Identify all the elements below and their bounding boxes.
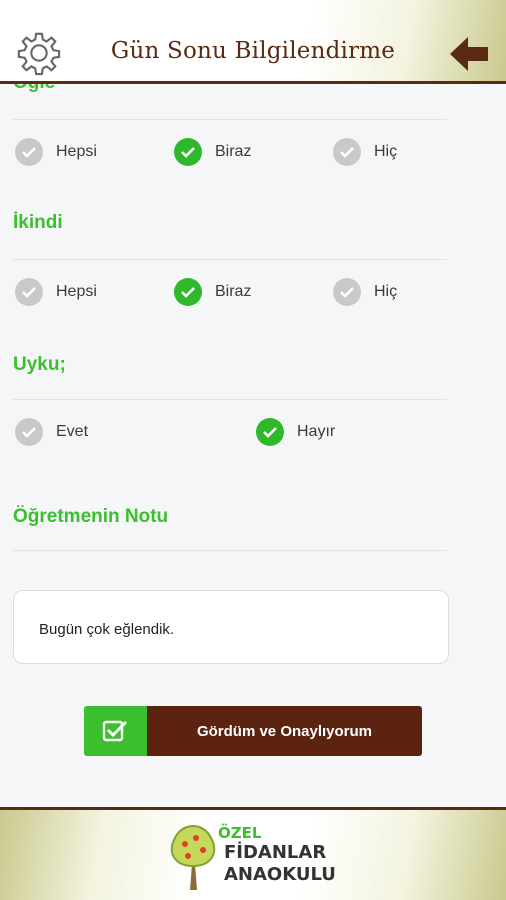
option-label: Hiç — [374, 143, 398, 160]
option-uyku-evet[interactable]: Evet — [15, 418, 88, 446]
option-label: Hepsi — [56, 143, 97, 160]
option-label: Hiç — [374, 283, 398, 300]
divider — [13, 259, 447, 260]
school-logo: ÖZEL FİDANLAR ANAOKULU — [168, 822, 343, 894]
option-ikindi-hic[interactable]: Hiç — [333, 278, 397, 306]
option-label: Biraz — [215, 143, 252, 160]
section-title-note: Öğretmenin Notu — [13, 506, 169, 527]
option-label: Hepsi — [56, 283, 97, 300]
checkbox-icon — [84, 706, 147, 756]
check-icon — [256, 418, 284, 446]
check-icon — [333, 138, 361, 166]
check-icon — [15, 138, 43, 166]
check-icon — [15, 418, 43, 446]
check-icon — [333, 278, 361, 306]
option-ogle-biraz[interactable]: Biraz — [174, 138, 251, 166]
check-icon — [15, 278, 43, 306]
logo-text-line1: FİDANLAR — [224, 842, 327, 863]
check-icon — [174, 278, 202, 306]
teacher-note-text: Bugün çok eğlendik. — [39, 621, 175, 638]
option-label: Hayır — [297, 423, 336, 440]
tree-icon — [170, 824, 216, 890]
option-ikindi-biraz[interactable]: Biraz — [174, 278, 251, 306]
option-ogle-hic[interactable]: Hiç — [333, 138, 397, 166]
app-footer: ÖZEL FİDANLAR ANAOKULU — [0, 807, 506, 900]
page-title: Gün Sonu Bilgilendirme — [110, 38, 396, 64]
divider — [13, 399, 447, 400]
option-label: Evet — [56, 423, 89, 440]
divider — [13, 119, 447, 120]
logo-text-ozel: ÖZEL — [218, 824, 262, 842]
section-title-ikindi: İkindi — [13, 212, 63, 233]
teacher-note-box: Bugün çok eğlendik. — [13, 590, 449, 664]
arrow-left-icon[interactable] — [446, 33, 492, 75]
option-label: Biraz — [215, 283, 252, 300]
app-header: Gün Sonu Bilgilendirme — [0, 0, 506, 84]
confirm-button[interactable]: Gördüm ve Onaylıyorum — [84, 706, 422, 756]
main-content: Öğle Hepsi Biraz Hiç İkindi Hepsi Biraz … — [0, 84, 506, 807]
divider — [13, 550, 447, 551]
option-ikindi-hepsi[interactable]: Hepsi — [15, 278, 97, 306]
confirm-button-label: Gördüm ve Onaylıyorum — [147, 706, 422, 756]
option-ogle-hepsi[interactable]: Hepsi — [15, 138, 97, 166]
section-title-uyku: Uyku; — [13, 354, 66, 375]
option-uyku-hayir[interactable]: Hayır — [256, 418, 335, 446]
section-title-ogle: Öğle — [13, 84, 55, 94]
logo-text-line2: ANAOKULU — [224, 864, 336, 885]
check-icon — [174, 138, 202, 166]
